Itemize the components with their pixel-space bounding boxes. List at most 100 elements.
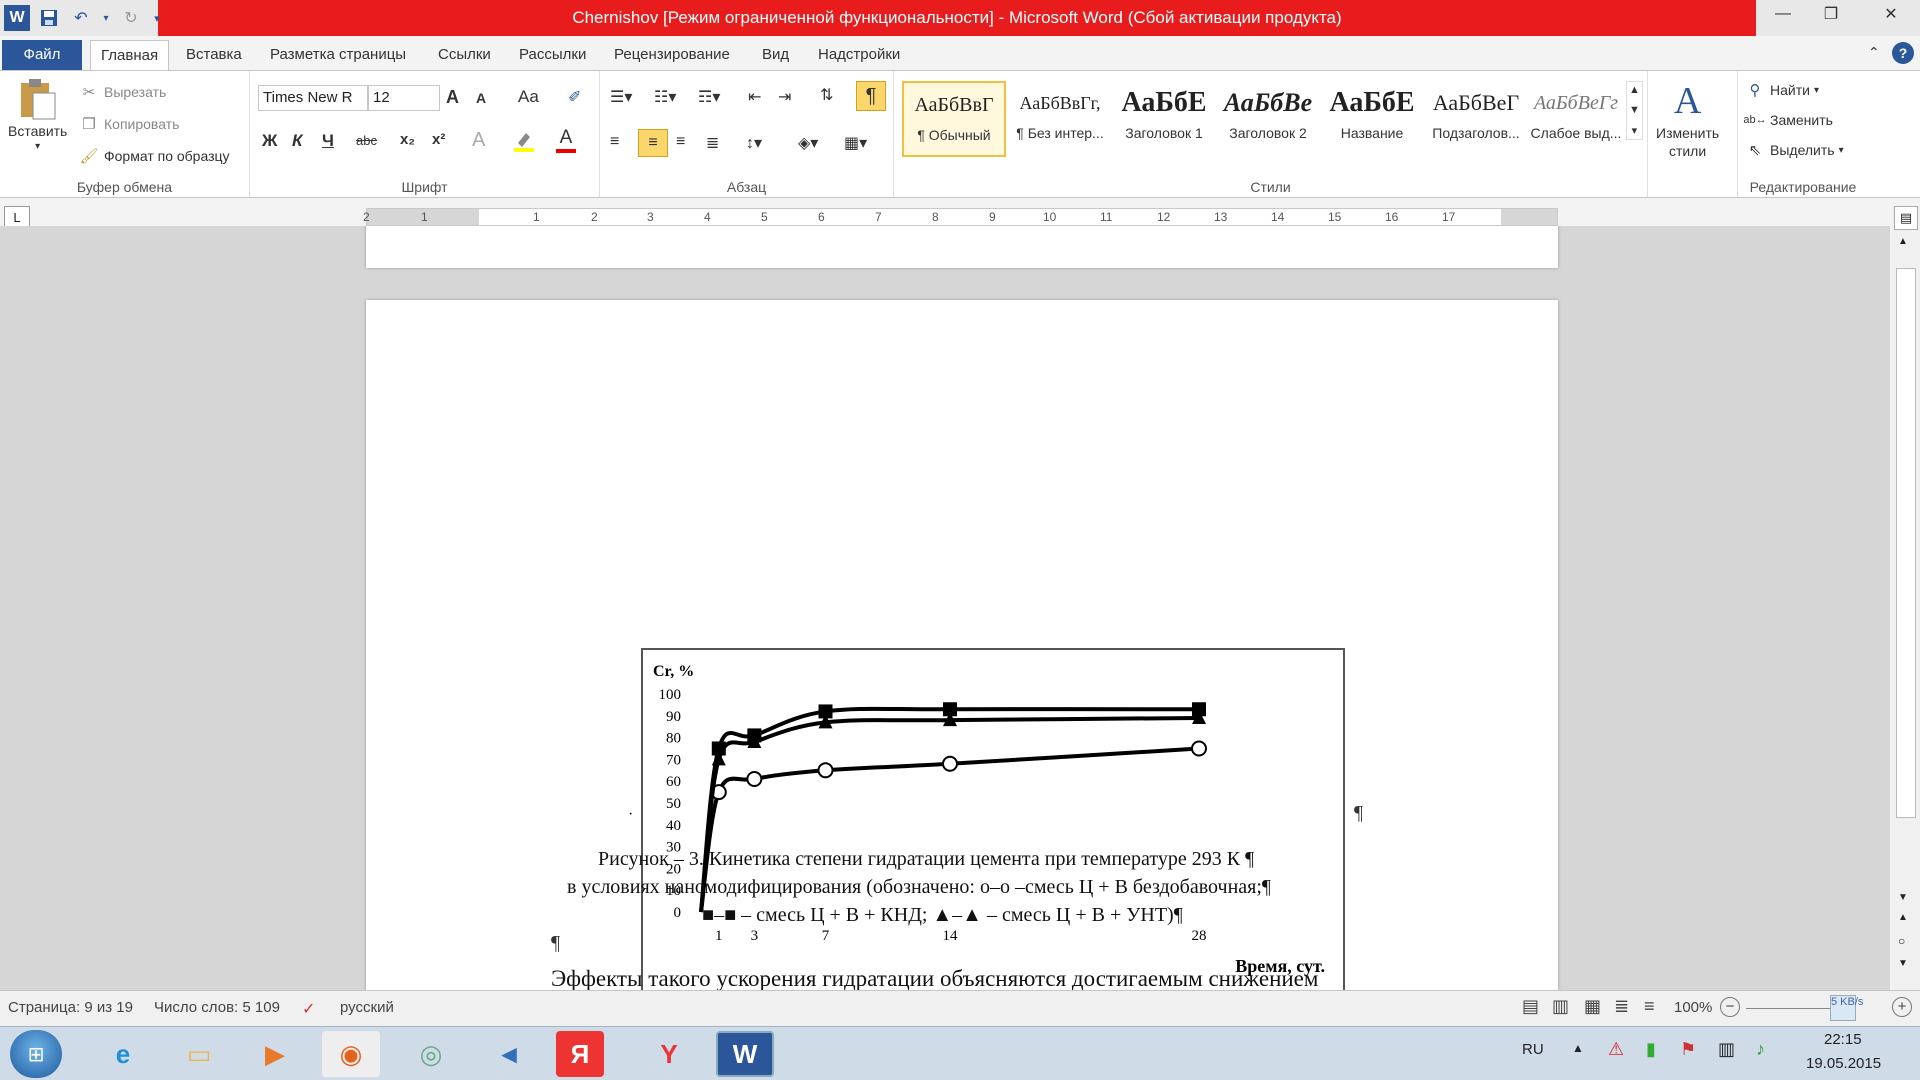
styles-gallery-scroll[interactable]: ▲ ▼ ▾ bbox=[1626, 81, 1643, 140]
tray-expand-icon[interactable]: ▲ bbox=[1572, 1041, 1584, 1055]
yandex-icon[interactable]: Я bbox=[556, 1031, 604, 1077]
tab-insert[interactable]: Вставка bbox=[176, 40, 252, 70]
align-left-icon[interactable]: ≡ bbox=[610, 133, 619, 151]
superscript-button[interactable]: x² bbox=[432, 131, 445, 148]
font-size-combo[interactable]: 12 bbox=[368, 85, 440, 111]
bold-button[interactable]: Ж bbox=[262, 131, 277, 151]
firefox-icon[interactable]: ◉ bbox=[322, 1031, 380, 1077]
close-button[interactable]: ✕ bbox=[1862, 0, 1920, 28]
tab-home[interactable]: Главная bbox=[90, 40, 170, 70]
show-formatting-button[interactable]: ¶ bbox=[856, 81, 886, 111]
redo-icon[interactable]: ↻ bbox=[118, 5, 144, 31]
clock-time[interactable]: 22:15 bbox=[1824, 1031, 1862, 1048]
action-center-icon[interactable]: ⚑ bbox=[1680, 1039, 1696, 1060]
antivirus-icon[interactable]: ⚠ bbox=[1608, 1039, 1624, 1060]
print-layout-icon[interactable]: ▤ bbox=[1522, 996, 1539, 1017]
font-color-button[interactable]: A bbox=[556, 127, 576, 153]
tab-view[interactable]: Вид bbox=[752, 40, 799, 70]
spelling-check-icon[interactable]: ✓ bbox=[302, 999, 315, 1019]
tab-references[interactable]: Ссылки bbox=[428, 40, 501, 70]
tab-page-layout[interactable]: Разметка страницы bbox=[260, 40, 416, 70]
volume-icon[interactable]: ♪ bbox=[1756, 1039, 1765, 1060]
media-player-icon[interactable]: ▶ bbox=[246, 1031, 304, 1077]
page-indicator[interactable]: Страница: 9 из 19 bbox=[8, 999, 133, 1016]
zoom-out-icon[interactable]: − bbox=[1720, 997, 1740, 1017]
italic-button[interactable]: К bbox=[292, 131, 302, 151]
tab-mailings[interactable]: Рассылки bbox=[509, 40, 596, 70]
paste-button[interactable]: Вставить ▾ bbox=[8, 77, 67, 152]
network-icon[interactable]: ▥ bbox=[1718, 1039, 1735, 1060]
customize-qat-icon[interactable]: ▾ bbox=[150, 5, 164, 31]
style-heading-1[interactable]: АаБбЕ Заголовок 1 bbox=[1112, 81, 1216, 157]
replace-button[interactable]: ab↔ Заменить bbox=[1743, 109, 1833, 131]
line-spacing-icon[interactable]: ↕▾ bbox=[746, 133, 762, 153]
style-title[interactable]: АаБбЕ Название bbox=[1320, 81, 1424, 157]
restore-button[interactable]: ❐ bbox=[1808, 0, 1854, 28]
format-painter-button[interactable]: 🖌 Формат по образцу bbox=[78, 145, 229, 167]
minimize-button[interactable]: — bbox=[1760, 0, 1806, 28]
yandex-browser-icon[interactable]: Y bbox=[640, 1031, 698, 1077]
strikethrough-button[interactable]: abc bbox=[356, 133, 377, 148]
ribbon-collapse-icon[interactable]: ⌃ bbox=[1868, 44, 1880, 61]
style-subtle-emphasis[interactable]: АаБбВеГг Слабое выд... bbox=[1528, 81, 1624, 157]
underline-button[interactable]: Ч bbox=[322, 131, 334, 151]
vertical-scrollbar[interactable]: ▤ ▲ ▼ ▲ ○ ▼ bbox=[1892, 206, 1920, 990]
draft-icon[interactable]: ≡ bbox=[1644, 996, 1655, 1017]
find-button[interactable]: ⚲ Найти ▾ bbox=[1744, 79, 1819, 101]
decrease-indent-icon[interactable]: ⇤ bbox=[748, 87, 761, 107]
zoom-level[interactable]: 100% bbox=[1674, 999, 1712, 1016]
bullets-icon[interactable]: ☰▾ bbox=[610, 87, 632, 107]
shrink-font-button[interactable]: A bbox=[476, 90, 486, 106]
copy-button[interactable]: ❐ Копировать bbox=[78, 113, 179, 135]
tab-review[interactable]: Рецензирование bbox=[604, 40, 740, 70]
camera-app-icon[interactable]: ◎ bbox=[402, 1031, 460, 1077]
browse-object-icon[interactable]: ○ bbox=[1898, 934, 1905, 948]
full-screen-reading-icon[interactable]: ▥ bbox=[1552, 996, 1569, 1017]
scroll-thumb[interactable] bbox=[1896, 268, 1916, 818]
file-explorer-icon[interactable]: ▭ bbox=[170, 1031, 228, 1077]
undo-dropdown-icon[interactable]: ▾ bbox=[100, 5, 112, 31]
cut-button[interactable]: ✂ Вырезать bbox=[78, 81, 167, 103]
language-indicator[interactable]: русский bbox=[340, 999, 394, 1016]
start-button[interactable]: ⊞ bbox=[10, 1030, 62, 1078]
outline-icon[interactable]: ≣ bbox=[1614, 996, 1629, 1017]
increase-indent-icon[interactable]: ⇥ bbox=[778, 87, 791, 107]
word-taskbar-icon[interactable]: W bbox=[716, 1031, 774, 1077]
font-name-combo[interactable]: Times New R bbox=[258, 85, 368, 111]
style-heading-2[interactable]: АаБбВе Заголовок 2 bbox=[1216, 81, 1320, 157]
sort-icon[interactable]: ⇅ bbox=[820, 85, 833, 105]
save-icon[interactable] bbox=[36, 5, 62, 31]
previous-page-arrow[interactable]: ▲ bbox=[1898, 912, 1908, 923]
borders-icon[interactable]: ▦▾ bbox=[844, 133, 867, 153]
battery-icon[interactable]: ▮ bbox=[1646, 1039, 1656, 1060]
justify-icon[interactable]: ≣ bbox=[706, 133, 719, 153]
next-page-arrow[interactable]: ▼ bbox=[1898, 958, 1908, 969]
subscript-button[interactable]: x₂ bbox=[400, 131, 415, 148]
keyboard-language[interactable]: RU bbox=[1522, 1041, 1544, 1058]
web-layout-icon[interactable]: ▦ bbox=[1584, 996, 1601, 1017]
chart-frame[interactable]: Сr, % 0 10 20 30 40 50 60 70 80 90 100 1 3 7 14 28 Время,… bbox=[641, 648, 1345, 990]
style-subtitle[interactable]: АаБбВеГ Подзаголов... bbox=[1424, 81, 1528, 157]
style-normal[interactable]: АаБбВвГ ¶ Обычный bbox=[902, 81, 1006, 157]
style-no-spacing[interactable]: АаБбВвГг, ¶ Без интер... bbox=[1008, 81, 1112, 157]
tab-addins[interactable]: Надстройки bbox=[808, 40, 910, 70]
grow-font-button[interactable]: A bbox=[446, 87, 459, 108]
shading-icon[interactable]: ◈▾ bbox=[798, 133, 818, 153]
view-ruler-icon[interactable]: ▤ bbox=[1894, 206, 1918, 230]
audio-app-icon[interactable]: ◄ bbox=[480, 1031, 538, 1077]
text-effects-icon[interactable]: A bbox=[472, 129, 485, 152]
undo-icon[interactable]: ↶ bbox=[68, 5, 94, 31]
clear-formatting-icon[interactable]: ✐ bbox=[568, 87, 581, 107]
clock-date[interactable]: 19.05.2015 bbox=[1806, 1055, 1881, 1072]
highlight-color-button[interactable] bbox=[512, 129, 536, 153]
word-count[interactable]: Число слов: 5 109 bbox=[154, 999, 280, 1016]
align-right-icon[interactable]: ≡ bbox=[676, 133, 685, 151]
change-case-button[interactable]: Aa bbox=[518, 87, 539, 107]
zoom-in-icon[interactable]: + bbox=[1892, 997, 1912, 1017]
select-button[interactable]: ⇖ Выделить ▾ bbox=[1744, 139, 1844, 161]
internet-explorer-icon[interactable]: e bbox=[94, 1031, 152, 1077]
document-area[interactable]: Сr, % 0 10 20 30 40 50 60 70 80 90 100 1 3 7 14 28 Время,… bbox=[0, 226, 1890, 990]
word-logo-icon[interactable]: W bbox=[4, 5, 30, 31]
multilevel-list-icon[interactable]: ☶▾ bbox=[698, 87, 720, 107]
tab-file[interactable]: Файл bbox=[2, 40, 82, 70]
